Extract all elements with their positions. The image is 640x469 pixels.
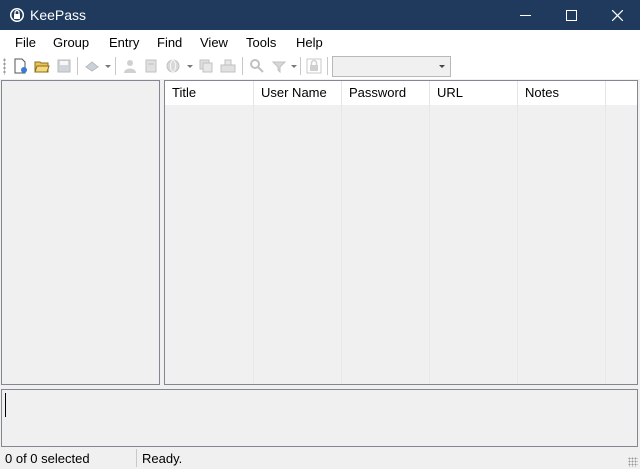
- column-header-password[interactable]: Password: [342, 81, 430, 105]
- menu-help[interactable]: Help: [296, 35, 323, 50]
- new-database-icon[interactable]: [12, 58, 28, 74]
- entry-details-pane[interactable]: [1, 389, 638, 447]
- add-entry-dropdown-icon[interactable]: [105, 65, 111, 68]
- toolbar-separator: [300, 57, 301, 75]
- keepass-lock-icon: [10, 8, 24, 22]
- maximize-button[interactable]: [548, 0, 594, 30]
- autotype-icon[interactable]: [220, 58, 236, 74]
- column-header-title[interactable]: Title: [165, 81, 254, 105]
- entry-list-header: Title User Name Password URL Notes: [165, 81, 637, 105]
- copy-entry-icon[interactable]: [198, 58, 214, 74]
- window-title: KeePass: [30, 7, 87, 23]
- column-divider: [517, 105, 518, 384]
- menu-tools[interactable]: Tools: [246, 35, 276, 50]
- menu-view[interactable]: View: [200, 35, 228, 50]
- title-bar: KeePass: [0, 0, 640, 30]
- column-header-username[interactable]: User Name: [254, 81, 342, 105]
- status-separator: [136, 449, 137, 467]
- column-divider: [253, 105, 254, 384]
- copy-username-icon[interactable]: [122, 58, 138, 74]
- open-url-icon[interactable]: [165, 58, 181, 74]
- save-database-icon[interactable]: [56, 58, 72, 74]
- open-database-icon[interactable]: [34, 58, 50, 74]
- group-tree[interactable]: [1, 80, 160, 385]
- lock-workspace-icon[interactable]: [306, 58, 322, 74]
- menu-find[interactable]: Find: [157, 35, 182, 50]
- minimize-icon: [519, 14, 531, 16]
- minimize-button[interactable]: [502, 0, 548, 30]
- resize-grip-icon[interactable]: [628, 457, 638, 467]
- copy-password-icon[interactable]: [143, 58, 159, 74]
- column-header-notes[interactable]: Notes: [518, 81, 606, 105]
- column-divider: [341, 105, 342, 384]
- close-icon: [611, 9, 623, 21]
- column-header-url[interactable]: URL: [430, 81, 518, 105]
- toolbar-separator: [115, 57, 116, 75]
- menu-entry[interactable]: Entry: [109, 35, 139, 50]
- column-divider: [605, 105, 606, 384]
- toolbar-grip[interactable]: [3, 58, 6, 75]
- text-caret: [5, 393, 6, 417]
- status-bar: 0 of 0 selected Ready.: [0, 447, 640, 469]
- chevron-down-icon[interactable]: [439, 65, 445, 68]
- toolbar: [0, 54, 640, 79]
- find-icon[interactable]: [249, 58, 265, 74]
- menu-bar: File Group Entry Find View Tools Help: [0, 30, 640, 54]
- status-text: Ready.: [142, 451, 183, 466]
- toolbar-separator: [77, 57, 78, 75]
- selection-count: 0 of 0 selected: [5, 451, 90, 466]
- maximize-icon: [565, 9, 577, 21]
- show-entries-dropdown-icon[interactable]: [291, 65, 297, 68]
- toolbar-separator: [327, 57, 328, 75]
- show-entries-icon[interactable]: [271, 58, 287, 74]
- quick-find-combobox[interactable]: [332, 56, 451, 77]
- add-entry-icon[interactable]: [84, 58, 100, 74]
- open-url-dropdown-icon[interactable]: [187, 65, 193, 68]
- menu-group[interactable]: Group: [53, 35, 89, 50]
- entry-list[interactable]: Title User Name Password URL Notes: [164, 80, 638, 385]
- column-divider: [429, 105, 430, 384]
- toolbar-separator: [242, 57, 243, 75]
- menu-file[interactable]: File: [15, 35, 36, 50]
- close-button[interactable]: [594, 0, 640, 30]
